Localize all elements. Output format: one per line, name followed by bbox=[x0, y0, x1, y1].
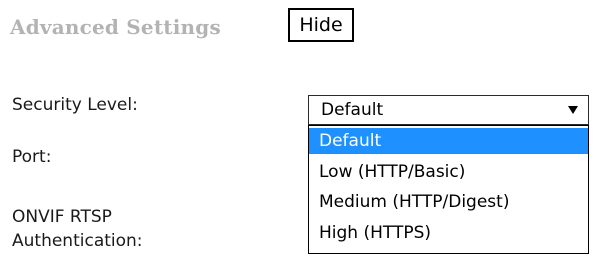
section-title: Advanced Settings bbox=[10, 15, 221, 39]
security-level-label: Security Level: bbox=[12, 95, 138, 115]
advanced-settings-panel: Advanced Settings Hide Security Level: P… bbox=[0, 0, 599, 259]
option-medium-http-digest[interactable]: Medium (HTTP/Digest) bbox=[309, 189, 588, 215]
onvif-label-line2: Authentication: bbox=[12, 231, 143, 251]
onvif-label-line1: ONVIF RTSP bbox=[12, 207, 112, 227]
port-label: Port: bbox=[12, 147, 52, 167]
security-level-selected-value: Default bbox=[321, 100, 384, 120]
option-default[interactable]: Default bbox=[309, 128, 588, 154]
security-level-select[interactable]: Default bbox=[308, 95, 589, 125]
option-high-https[interactable]: High (HTTPS) bbox=[309, 220, 588, 246]
security-level-dropdown: Default Low (HTTP/Basic) Medium (HTTP/Di… bbox=[308, 125, 589, 254]
hide-button[interactable]: Hide bbox=[288, 8, 354, 42]
triangle-down-icon bbox=[568, 106, 578, 114]
onvif-rtsp-auth-label: ONVIF RTSP Authentication: bbox=[12, 205, 192, 253]
option-low-http-basic[interactable]: Low (HTTP/Basic) bbox=[309, 159, 588, 185]
